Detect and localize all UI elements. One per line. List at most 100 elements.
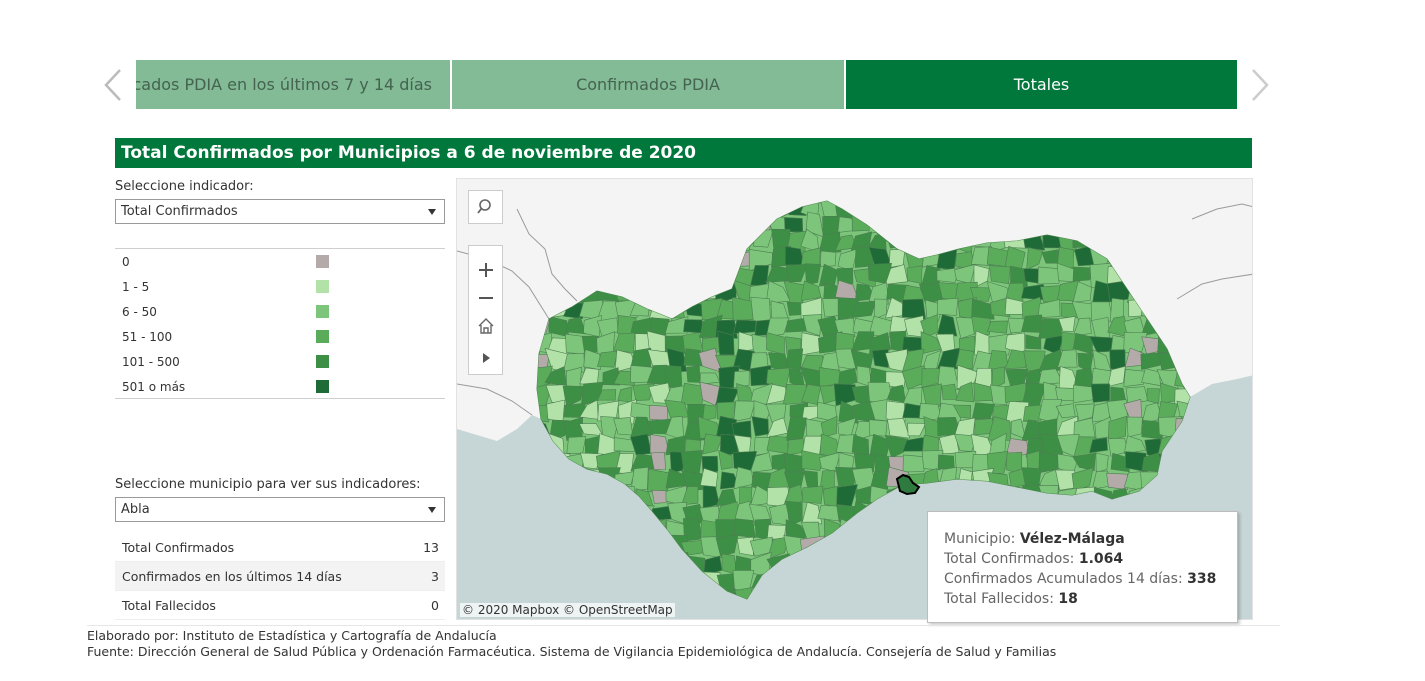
tooltip-acumulados: Confirmados Acumulados 14 días: 338 — [944, 569, 1237, 589]
legend-label: 51 - 100 — [122, 330, 173, 344]
municipality-cell[interactable] — [686, 365, 701, 383]
row-value: 13 — [423, 540, 439, 555]
municipality-cell[interactable] — [801, 485, 824, 504]
municipality-cell[interactable] — [766, 435, 789, 454]
municipality-cell[interactable] — [750, 296, 771, 322]
municipality-cell[interactable] — [732, 319, 757, 335]
legend-label: 501 o más — [122, 380, 186, 394]
legend-label: 101 - 500 — [122, 355, 180, 369]
chevron-down-icon — [428, 507, 436, 513]
municipality-cell[interactable] — [868, 419, 888, 437]
municipality-cell[interactable] — [566, 436, 587, 454]
tooltip-confirmados: Total Confirmados: 1.064 — [944, 549, 1237, 569]
municipality-cell[interactable] — [1073, 384, 1095, 404]
indicator-dropdown[interactable]: Total Confirmados — [115, 199, 445, 224]
legend-swatch[interactable] — [316, 330, 329, 343]
table-row: Confirmados en los últimos 14 días 3 — [115, 562, 445, 591]
municipality-cell[interactable] — [871, 348, 889, 368]
municipality-selected: Abla — [121, 502, 150, 517]
footer-divider — [87, 625, 1280, 626]
municipality-cell[interactable] — [941, 383, 958, 400]
chevron-left-icon — [104, 69, 121, 101]
map-tooltip: Municipio: Vélez-Málaga Total Confirmado… — [927, 511, 1238, 623]
map-search-button[interactable] — [468, 190, 503, 224]
municipality-cell[interactable] — [922, 383, 942, 407]
municipality-cell[interactable] — [820, 250, 837, 267]
home-icon — [478, 318, 493, 334]
legend-swatch[interactable] — [316, 255, 329, 268]
tooltip-label: Total Fallecidos: — [944, 591, 1059, 607]
play-icon — [482, 353, 490, 363]
footer-source: Fuente: Dirección General de Salud Públi… — [87, 644, 1057, 659]
municipality-cell[interactable] — [648, 404, 669, 421]
tooltip-municipio: Municipio: Vélez-Málaga — [944, 529, 1237, 549]
municipality-cell[interactable] — [1123, 368, 1146, 387]
tooltip-value: 338 — [1187, 571, 1217, 587]
municipality-cell[interactable] — [736, 536, 754, 556]
legend-label: 6 - 50 — [122, 305, 157, 319]
minus-icon — [478, 297, 493, 299]
tabs-next-arrow[interactable] — [1247, 66, 1273, 104]
tooltip-value: 18 — [1058, 591, 1078, 607]
municipality-cell[interactable] — [683, 319, 703, 334]
row-value: 3 — [431, 569, 439, 584]
municipality-cell[interactable] — [971, 316, 991, 335]
legend-swatch[interactable] — [316, 305, 329, 318]
municipality-cell[interactable] — [716, 401, 736, 420]
tab-pdia-7-14[interactable]: dicados PDIA en los últimos 7 y 14 días — [136, 60, 450, 109]
municipality-dropdown[interactable]: Abla — [115, 497, 445, 522]
map-legend: 0 1 - 5 6 - 50 51 - 100 101 - 500 501 o … — [115, 248, 445, 399]
municipality-cell[interactable] — [1095, 452, 1109, 473]
municipality-cell[interactable] — [546, 399, 566, 423]
municipality-cell[interactable] — [769, 503, 789, 526]
legend-swatch[interactable] — [316, 280, 329, 293]
plus-icon — [478, 263, 493, 277]
legend-swatch[interactable] — [316, 355, 329, 368]
reset-view-button[interactable] — [469, 310, 502, 342]
footer-credit: Elaborado por: Instituto de Estadística … — [87, 628, 497, 643]
chevron-down-icon — [428, 209, 436, 215]
tooltip-label: Confirmados Acumulados 14 días: — [944, 571, 1188, 587]
indicator-table: Total Confirmados 13 Confirmados en los … — [115, 533, 445, 620]
municipality-cell[interactable] — [717, 330, 735, 356]
municipality-cell[interactable] — [771, 228, 791, 250]
legend-swatch[interactable] — [316, 380, 329, 393]
search-icon — [476, 199, 491, 214]
tooltip-value: 1.064 — [1078, 551, 1124, 567]
table-row: Total Fallecidos 0 — [115, 591, 445, 620]
tooltip-label: Municipio: — [944, 531, 1020, 547]
municipality-cell[interactable] — [936, 297, 959, 316]
tab-label: Totales — [1013, 75, 1070, 94]
indicator-label: Seleccione indicador: — [115, 179, 254, 194]
municipality-cell[interactable] — [904, 315, 924, 338]
municipality-cell[interactable] — [647, 468, 670, 493]
municipality-cell[interactable] — [937, 454, 955, 470]
tab-label: Confirmados PDIA — [576, 75, 720, 94]
map-attribution[interactable]: © 2020 Mapbox © OpenStreetMap — [460, 603, 675, 617]
municipality-cell[interactable] — [1126, 416, 1143, 438]
municipality-label: Seleccione municipio para ver sus indica… — [115, 477, 421, 492]
municipality-cell[interactable] — [987, 320, 1008, 334]
tab-confirmados-pdia[interactable]: Confirmados PDIA — [452, 60, 844, 109]
row-label: Total Confirmados — [122, 540, 235, 555]
row-label: Confirmados en los últimos 14 días — [122, 569, 342, 584]
table-row: Total Confirmados 13 — [115, 533, 445, 562]
indicator-selected: Total Confirmados — [121, 204, 238, 219]
municipality-cell[interactable] — [906, 265, 923, 284]
tooltip-value: Vélez-Málaga — [1019, 531, 1125, 547]
legend-label: 0 — [122, 255, 130, 269]
row-label: Total Fallecidos — [122, 598, 216, 613]
tooltip-label: Total Confirmados: — [944, 551, 1079, 567]
municipality-cell[interactable] — [1090, 383, 1110, 403]
tooltip-fallecidos: Total Fallecidos: 18 — [944, 589, 1237, 609]
tabs-prev-arrow[interactable] — [100, 66, 126, 104]
chevron-right-icon — [1252, 69, 1269, 101]
municipality-cell[interactable] — [680, 450, 703, 475]
tab-bar: dicados PDIA en los últimos 7 y 14 días … — [136, 60, 1237, 109]
municipality-cell[interactable] — [702, 404, 717, 421]
legend-label: 1 - 5 — [122, 280, 150, 294]
tab-totales[interactable]: Totales — [846, 60, 1237, 109]
tab-label: dicados PDIA en los últimos 7 y 14 días — [136, 75, 432, 94]
municipality-cell[interactable] — [989, 265, 1011, 285]
expand-toolbar-button[interactable] — [469, 342, 502, 374]
